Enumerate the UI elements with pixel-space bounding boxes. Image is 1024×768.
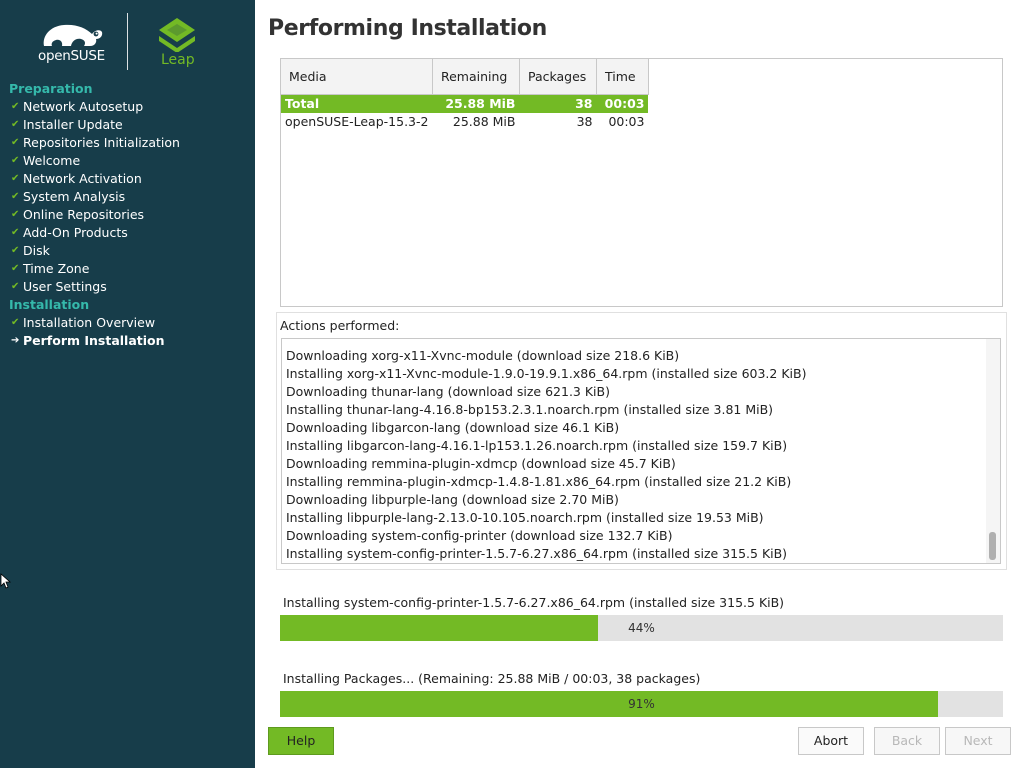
main-panel: Performing Installation Media Remaining …: [255, 0, 1024, 768]
chameleon-icon: [43, 24, 103, 46]
cell-packages: 38: [576, 113, 593, 129]
leap-logo: Leap: [155, 16, 199, 70]
step-installer-update: ✔ Installer Update: [11, 117, 123, 132]
installation-steps: Preparation ✔ Network Autosetup ✔ Installe…: [0, 80, 255, 350]
media-table[interactable]: Media Remaining Packages Time Total 25.8…: [281, 59, 649, 131]
cell-time: 00:03: [608, 113, 645, 129]
cell-time: 00:03: [596, 94, 649, 113]
cell-packages: 38: [519, 94, 597, 113]
table-row[interactable]: openSUSE-Leap-15.3-2 25.88 MiB 38 00:03: [281, 113, 648, 131]
cell-media: Total: [281, 94, 433, 113]
step-user-settings: ✔ User Settings: [11, 279, 107, 294]
step-disk: ✔ Disk: [11, 243, 50, 258]
step-time-zone: ✔ Time Zone: [11, 261, 90, 276]
list-item: Installing libgarcon-lang-4.16.1-lp153.1…: [286, 438, 788, 453]
step-repositories-initialization: ✔ Repositories Initialization: [11, 135, 180, 150]
table-row[interactable]: Total 25.88 MiB 38 00:03: [281, 94, 649, 113]
actions-list: Downloading xorg-x11-Xvnc-module (downlo…: [286, 339, 807, 563]
step-perform-installation: ➔ Perform Installation: [11, 333, 165, 348]
step-installation-overview: ✔ Installation Overview: [11, 315, 156, 330]
check-icon: ✔: [11, 137, 20, 148]
cell-remaining: 25.88 MiB: [432, 94, 520, 113]
total-progress-text: 91%: [628, 697, 655, 711]
check-icon: ✔: [11, 191, 20, 202]
package-progress-bar: 44%: [280, 615, 1003, 641]
check-icon: ✔: [11, 209, 20, 220]
actions-scrollbar[interactable]: [986, 339, 1000, 563]
abort-button[interactable]: Abort: [798, 727, 864, 755]
list-item: Downloading libgarcon-lang (download siz…: [286, 420, 620, 435]
check-icon: ✔: [11, 155, 20, 166]
check-icon: ✔: [11, 281, 20, 292]
actions-label: Actions performed:: [280, 318, 400, 333]
scrollbar-thumb[interactable]: [989, 532, 996, 560]
column-time[interactable]: Time: [596, 59, 649, 95]
list-item: Downloading libpurple-lang (download siz…: [286, 492, 619, 507]
step-network-autosetup: ✔ Network Autosetup: [11, 99, 144, 114]
check-icon: ✔: [11, 263, 20, 274]
check-icon: ✔: [11, 173, 20, 184]
opensuse-brand-text: openSUSE: [38, 48, 105, 64]
actions-log[interactable]: Downloading xorg-x11-Xvnc-module (downlo…: [281, 338, 1001, 564]
total-progress-bar: 91%: [280, 691, 1003, 717]
list-item: Installing thunar-lang-4.16.8-bp153.2.3.…: [286, 402, 774, 417]
arrow-right-icon: ➔: [11, 335, 20, 346]
step-system-analysis: ✔ System Analysis: [11, 189, 126, 204]
column-media[interactable]: Media: [281, 59, 433, 95]
check-icon: ✔: [11, 119, 20, 130]
back-button[interactable]: Back: [874, 727, 940, 755]
column-remaining[interactable]: Remaining: [432, 59, 520, 95]
leap-icon: [159, 18, 195, 53]
next-button[interactable]: Next: [945, 727, 1011, 755]
section-preparation: Preparation: [9, 81, 93, 96]
logo-divider: [127, 13, 128, 70]
column-packages[interactable]: Packages: [519, 59, 597, 95]
mouse-cursor-icon: [0, 573, 12, 589]
list-item: Installing libpurple-lang-2.13.0-10.105.…: [286, 510, 764, 525]
leap-brand-text: Leap: [161, 52, 195, 68]
check-icon: ✔: [11, 245, 20, 256]
package-progress-label: Installing system-config-printer-1.5.7-6…: [283, 595, 785, 610]
page-title: Performing Installation: [268, 16, 547, 41]
section-installation: Installation: [9, 297, 90, 312]
list-item: Downloading remmina-plugin-xdmcp (downlo…: [286, 456, 676, 471]
list-item: Downloading system-config-printer (downl…: [286, 528, 673, 543]
cell-media: openSUSE-Leap-15.3-2: [285, 113, 429, 129]
list-item: [286, 339, 806, 347]
list-item: Downloading xorg-x11-Xvnc-module (downlo…: [286, 348, 680, 363]
cell-remaining: 25.88 MiB: [452, 113, 516, 129]
list-item: Installing remmina-plugin-xdmcp-1.4.8-1.…: [286, 474, 792, 489]
step-online-repositories: ✔ Online Repositories: [11, 207, 145, 222]
step-network-activation: ✔ Network Activation: [11, 171, 142, 186]
media-table-box[interactable]: Media Remaining Packages Time Total 25.8…: [280, 58, 1003, 307]
package-progress-text: 44%: [628, 621, 655, 635]
list-item: Downloading thunar-lang (download size 6…: [286, 384, 610, 399]
help-button[interactable]: Help: [268, 727, 334, 755]
step-add-on-products: ✔ Add-On Products: [11, 225, 128, 240]
list-item: Installing system-config-printer-1.5.7-6…: [286, 546, 788, 561]
check-icon: ✔: [11, 101, 20, 112]
logo-area: openSUSE Leap: [0, 0, 255, 80]
media-table-header: Media Remaining Packages Time: [281, 59, 649, 95]
check-icon: ✔: [11, 227, 20, 238]
check-icon: ✔: [11, 317, 20, 328]
opensuse-logo: openSUSE: [38, 20, 108, 68]
sidebar: openSUSE Leap Preparation ✔ Network Autos…: [0, 0, 255, 768]
total-progress-label: Installing Packages... (Remaining: 25.88…: [283, 671, 701, 686]
list-item: Installing xorg-x11-Xvnc-module-1.9.0-19…: [286, 366, 807, 381]
step-welcome: ✔ Welcome: [11, 153, 81, 168]
